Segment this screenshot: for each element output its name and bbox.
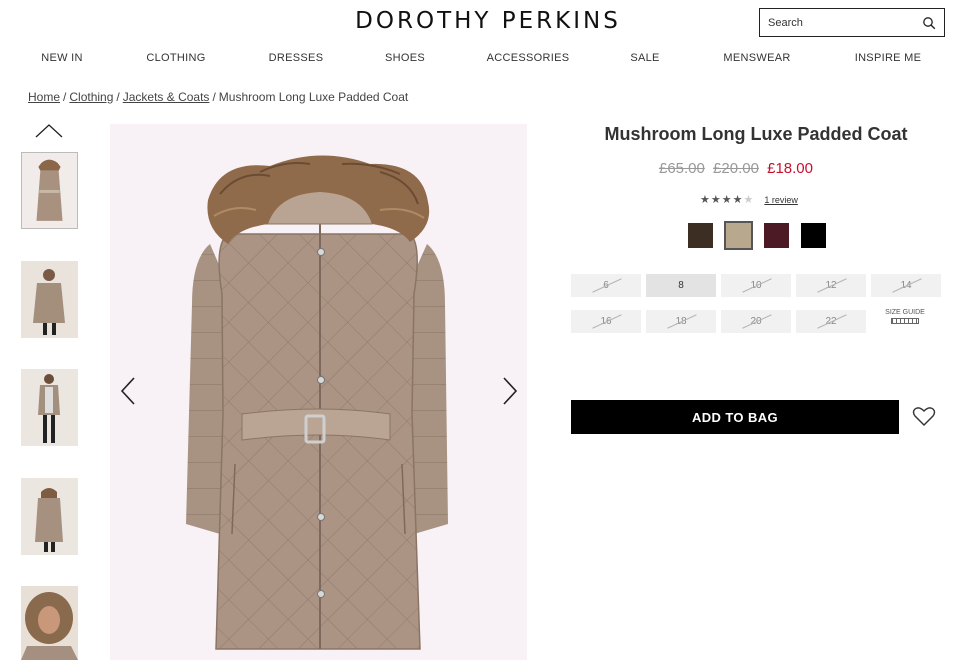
product-title: Mushroom Long Luxe Padded Coat	[604, 124, 908, 144]
search-input[interactable]	[768, 16, 922, 29]
thumbnail-front[interactable]	[21, 152, 78, 229]
price-block: £65.00 £20.00 £18.00	[571, 160, 901, 177]
breadcrumb-jackets-coats[interactable]: Jackets & Coats	[123, 90, 210, 104]
nav-new-in[interactable]: NEW IN	[41, 52, 83, 64]
thumbnail-closeup[interactable]	[21, 586, 78, 660]
breadcrumb-separator: /	[212, 90, 216, 104]
swatch-black[interactable]	[801, 223, 826, 248]
swatch-dark-brown[interactable]	[688, 223, 713, 248]
sale-price: £18.00	[767, 160, 813, 177]
size-option-12[interactable]: 12	[796, 274, 866, 297]
swatch-mushroom[interactable]	[724, 221, 753, 250]
breadcrumb-home[interactable]: Home	[28, 90, 60, 104]
star-icon: ★	[743, 194, 755, 206]
add-to-bag-button[interactable]: ADD TO BAG	[571, 400, 899, 434]
product-main-image	[110, 124, 527, 660]
nav-inspire-me[interactable]: INSPIRE ME	[855, 52, 922, 64]
review-link[interactable]: 1 review	[764, 195, 798, 205]
size-option-14[interactable]: 14	[871, 274, 941, 297]
rating: ★★★★★ 1 review	[700, 193, 798, 206]
size-option-20[interactable]: 20	[721, 310, 791, 333]
search-box[interactable]	[759, 8, 945, 37]
size-option-6[interactable]: 6	[571, 274, 641, 297]
thumbnail-model-open[interactable]	[21, 369, 78, 446]
heart-icon[interactable]	[912, 405, 936, 427]
breadcrumb-separator: /	[63, 90, 67, 104]
breadcrumb-clothing[interactable]: Clothing	[69, 90, 113, 104]
breadcrumb-separator: /	[116, 90, 120, 104]
nav-accessories[interactable]: ACCESSORIES	[487, 52, 570, 64]
breadcrumb-current: Mushroom Long Luxe Padded Coat	[218, 90, 409, 104]
size-option-16[interactable]: 16	[571, 310, 641, 333]
nav-dresses[interactable]: DRESSES	[269, 52, 324, 64]
size-option-22[interactable]: 22	[796, 310, 866, 333]
ruler-icon	[891, 318, 919, 324]
thumbnail-model-back[interactable]	[21, 478, 78, 555]
swatch-burgundy[interactable]	[764, 223, 789, 248]
nav-menswear[interactable]: MENSWEAR	[723, 52, 790, 64]
size-guide-label: SIZE GUIDE	[885, 309, 925, 316]
star-rating: ★★★★★	[700, 193, 754, 206]
nav-sale[interactable]: SALE	[630, 52, 659, 64]
search-icon[interactable]	[922, 16, 936, 30]
nav-clothing[interactable]: CLOTHING	[146, 52, 205, 64]
size-guide-link[interactable]: SIZE GUIDE	[882, 309, 928, 324]
thumbnail-model-front[interactable]	[21, 261, 78, 338]
breadcrumb: Home / Clothing / Jackets & Coats / Mushroom L…	[28, 90, 408, 104]
chevron-right-icon[interactable]	[500, 376, 520, 406]
size-option-8[interactable]: 8	[646, 274, 716, 297]
main-nav: NEW IN CLOTHING DRESSES SHOES ACCESSORIE…	[0, 52, 976, 66]
size-option-18[interactable]: 18	[646, 310, 716, 333]
previous-price: £20.00	[713, 160, 759, 177]
chevron-up-icon[interactable]	[34, 122, 64, 140]
size-option-10[interactable]: 10	[721, 274, 791, 297]
chevron-left-icon[interactable]	[118, 376, 138, 406]
coat-illustration	[186, 155, 448, 650]
nav-shoes[interactable]: SHOES	[385, 52, 425, 64]
original-price: £65.00	[658, 160, 705, 177]
star-icon: ★★★★	[700, 194, 744, 206]
